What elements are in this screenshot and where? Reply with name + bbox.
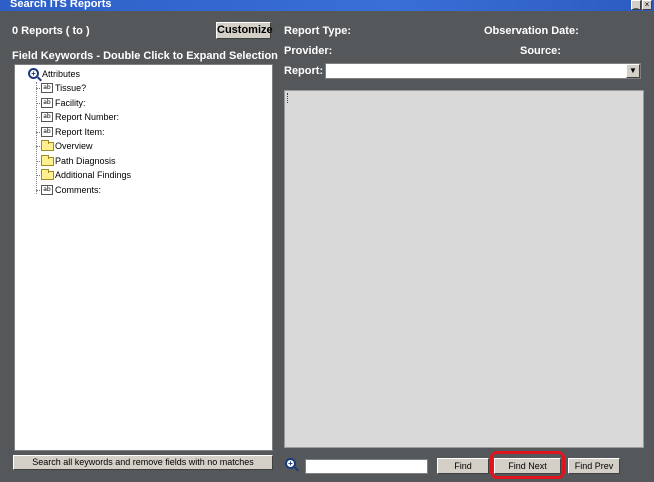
tree-item-label: Overview [55,141,93,151]
field-keywords-tree[interactable]: + Attributes ab Tissue? ab Facility: ab … [14,64,273,451]
tree-connector [36,82,37,194]
tree-item-label: Report Item: [55,127,105,137]
text-field-icon: ab [41,127,53,137]
source-label: Source: [520,45,561,57]
find-prev-button[interactable]: Find Prev [568,458,620,474]
customize-button[interactable]: Customize [216,22,273,39]
tree-item-label: Path Diagnosis [55,156,116,166]
zoom-in-icon: + [285,458,296,469]
tree-item-label: Tissue? [55,83,87,93]
folder-icon [41,140,54,151]
report-text-area[interactable] [284,90,644,448]
text-field-icon: ab [41,98,53,108]
tree-item-label: Attributes [42,69,81,79]
search-its-reports-window: Search ITS Reports _ × 0 Reports ( to ) … [0,0,654,482]
tree-item-label: Facility: [55,98,86,108]
chevron-down-icon[interactable]: ▼ [626,64,640,78]
text-cursor [287,93,288,103]
find-input[interactable] [305,459,428,474]
folder-icon [41,155,54,166]
tree-item-label: Additional Findings [55,170,132,180]
report-label: Report: [284,65,324,77]
tree-item-label: Comments: [55,185,102,195]
folder-icon [41,169,54,180]
search-all-keywords-button[interactable]: Search all keywords and remove fields wi… [13,455,273,470]
zoom-button[interactable]: + [284,457,301,474]
text-field-icon: ab [41,185,53,195]
observation-date-label: Observation Date: [484,25,579,37]
window-title: Search ITS Reports [10,0,112,10]
report-select[interactable]: ▼ [325,63,641,79]
provider-label: Provider: [284,45,333,57]
tree-item-label: Report Number: [55,112,120,122]
report-count: 0 Reports ( to ) [12,25,90,37]
title-bar: Search ITS Reports _ × [0,0,654,11]
text-field-icon: ab [41,112,53,122]
minimize-button[interactable]: _ [631,0,641,10]
close-button[interactable]: × [642,0,652,10]
find-next-highlight [490,451,565,479]
field-keywords-heading: Field Keywords - Double Click to Expand … [12,50,278,62]
text-field-icon: ab [41,83,53,93]
find-button[interactable]: Find [437,458,489,474]
report-type-label: Report Type: [284,25,352,37]
expand-zoom-icon: + [28,68,39,79]
